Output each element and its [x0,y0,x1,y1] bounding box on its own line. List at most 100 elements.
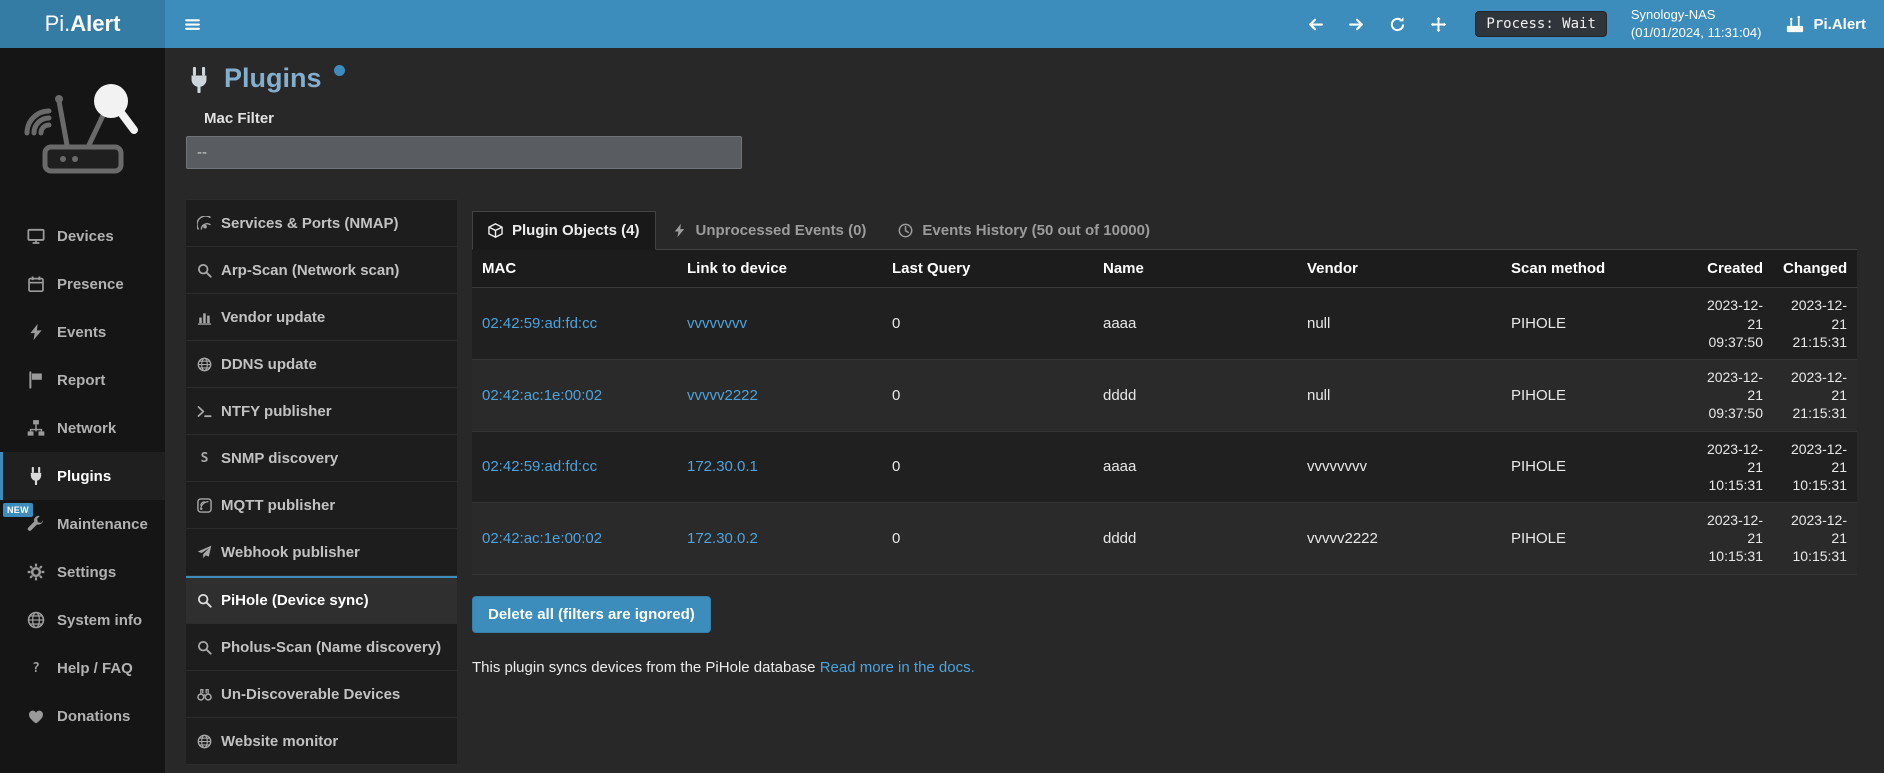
vendor-cell: null [1297,359,1501,431]
plugin-item-label: DDNS update [221,356,317,373]
box-icon [488,223,503,238]
tab-plugin-objects[interactable]: Plugin Objects (4) [472,211,656,250]
gear-icon [27,563,45,581]
vendor-cell: vvvvv2222 [1297,503,1501,575]
page-header: Plugins [186,62,1884,94]
last-query-cell: 0 [882,288,1093,360]
plugin-item-vendor-update[interactable]: Vendor update [186,294,457,341]
device-link[interactable]: 172.30.0.1 [677,431,882,503]
router-icon [1785,14,1805,34]
table-row: 02:42:ac:1e:00:02 172.30.0.2 0 dddd vvvv… [472,503,1857,575]
topbar: Pi.Alert Process: Wait Synology-NAS (01/… [0,0,1884,48]
name-cell: aaaa [1093,431,1297,503]
device-link[interactable]: vvvvv2222 [677,359,882,431]
sidebar-item-label: Help / FAQ [57,660,133,677]
docs-link[interactable]: Read more in the docs. [820,659,975,676]
plugin-item-snmp[interactable]: S SNMP discovery [186,435,457,482]
created-cell: 2023-12-2109:37:50 [1691,359,1773,431]
plugin-item-nmap[interactable]: Services & Ports (NMAP) [186,200,457,247]
app-title-text: Pi.Alert [1813,16,1866,33]
scan-method-cell: PIHOLE [1501,503,1691,575]
column-header-created[interactable]: Created [1691,250,1773,288]
sidebar-item-label: Maintenance [57,516,148,533]
nav-back-button[interactable] [1307,16,1324,33]
tab-bar: Plugin Objects (4) Unprocessed Events (0… [472,211,1857,250]
name-cell: aaaa [1093,288,1297,360]
move-button[interactable] [1430,16,1447,33]
process-status-badge: Process: Wait [1475,11,1607,37]
plugin-item-pholus[interactable]: Pholus-Scan (Name discovery) [186,624,457,671]
sidebar: Devices Presence Events Report Network P… [0,48,165,773]
column-header-mac[interactable]: MAC [472,250,677,288]
column-header-scan-method[interactable]: Scan method [1501,250,1691,288]
nav-forward-button[interactable] [1348,16,1365,33]
sidebar-toggle-button[interactable] [165,0,219,48]
wrench-icon [27,515,45,533]
devices-icon [27,227,45,245]
mac-link[interactable]: 02:42:59:ad:fd:cc [472,431,677,503]
host-name: Synology-NAS [1631,6,1762,24]
sidebar-item-label: System info [57,612,142,629]
mac-filter-input[interactable] [186,136,742,169]
binoculars-icon [197,687,212,702]
sidebar-item-maintenance[interactable]: NEW Maintenance [0,500,165,548]
plugin-item-label: Un-Discoverable Devices [221,686,400,703]
sidebar-item-system-info[interactable]: System info [0,596,165,644]
changed-cell: 2023-12-2110:15:31 [1773,503,1857,575]
device-link[interactable]: vvvvvvvv [677,288,882,360]
terminal-icon [197,404,212,419]
plugin-item-pihole[interactable]: PiHole (Device sync) [186,576,457,624]
tab-label: Plugin Objects (4) [512,222,640,239]
move-icon [1430,16,1447,33]
table-header-row: MAC Link to device Last Query Name Vendo… [472,250,1857,288]
mac-link[interactable]: 02:42:ac:1e:00:02 [472,503,677,575]
plugin-item-mqtt[interactable]: MQTT publisher [186,482,457,529]
plugin-item-label: NTFY publisher [221,403,332,420]
column-header-name[interactable]: Name [1093,250,1297,288]
sidebar-item-events[interactable]: Events [0,308,165,356]
search-icon [197,640,212,655]
column-header-changed[interactable]: Changed [1773,250,1857,288]
sidebar-item-label: Settings [57,564,116,581]
delete-all-button[interactable]: Delete all (filters are ignored) [472,596,711,633]
name-cell: dddd [1093,503,1297,575]
mac-link[interactable]: 02:42:59:ad:fd:cc [472,288,677,360]
column-header-last-query[interactable]: Last Query [882,250,1093,288]
mac-filter-label: Mac Filter [204,110,1884,127]
tab-events-history[interactable]: Events History (50 out of 10000) [882,211,1166,250]
info-badge[interactable] [334,65,345,76]
sidebar-item-label: Donations [57,708,130,725]
sidebar-item-devices[interactable]: Devices [0,212,165,260]
sidebar-item-plugins[interactable]: Plugins [0,452,165,500]
sidebar-item-settings[interactable]: Settings [0,548,165,596]
app-logo-text-light: Pi. [45,11,71,37]
sidebar-item-presence[interactable]: Presence [0,260,165,308]
bolt-icon [672,223,687,238]
device-link[interactable]: 172.30.0.2 [677,503,882,575]
plugin-item-undiscoverable[interactable]: Un-Discoverable Devices [186,671,457,718]
search-icon [197,593,212,608]
sidebar-item-help-faq[interactable]: ? Help / FAQ [0,644,165,692]
sidebar-item-network[interactable]: Network [0,404,165,452]
plugin-item-ddns-update[interactable]: DDNS update [186,341,457,388]
mac-filter: Mac Filter [186,110,1884,169]
plugin-item-webhook[interactable]: Webhook publisher [186,529,457,576]
sitemap-icon [27,419,45,437]
snmp-icon: S [197,451,212,466]
refresh-button[interactable] [1389,16,1406,33]
tab-unprocessed-events[interactable]: Unprocessed Events (0) [656,211,883,250]
plugin-item-label: Services & Ports (NMAP) [221,215,399,232]
paper-plane-icon [197,545,212,560]
search-icon [197,263,212,278]
app-logo[interactable]: Pi.Alert [0,0,165,48]
scan-method-cell: PIHOLE [1501,288,1691,360]
sidebar-item-donations[interactable]: Donations [0,692,165,740]
flag-icon [27,371,45,389]
sidebar-item-report[interactable]: Report [0,356,165,404]
column-header-vendor[interactable]: Vendor [1297,250,1501,288]
plugin-item-ntfy[interactable]: NTFY publisher [186,388,457,435]
column-header-link-to-device[interactable]: Link to device [677,250,882,288]
plugin-item-website-monitor[interactable]: Website monitor [186,718,457,765]
mac-link[interactable]: 02:42:ac:1e:00:02 [472,359,677,431]
plugin-item-arp-scan[interactable]: Arp-Scan (Network scan) [186,247,457,294]
